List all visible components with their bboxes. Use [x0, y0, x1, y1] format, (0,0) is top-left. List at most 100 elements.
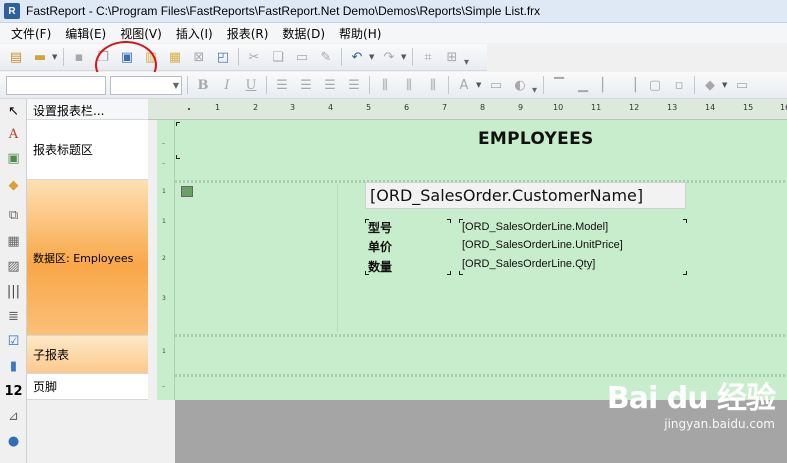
ruler-number: 13: [667, 103, 678, 112]
band-page-footer[interactable]: 页脚: [27, 374, 148, 400]
globe-icon[interactable]: ●: [3, 431, 24, 451]
ruler-number: 3: [290, 103, 296, 112]
ruler-number: 4: [328, 103, 334, 112]
toolbar-separator: [369, 76, 370, 94]
cut-icon[interactable]: ✂: [243, 46, 265, 68]
highlight-icon[interactable]: ▭: [485, 74, 507, 96]
save-icon[interactable]: ▪: [68, 46, 90, 68]
align-left-icon[interactable]: ☰: [271, 74, 293, 96]
menu-file[interactable]: 文件(F): [4, 25, 58, 42]
redo-dropdown-icon[interactable]: ▼: [401, 53, 409, 61]
menu-report[interactable]: 报表(R): [220, 25, 276, 42]
group-icon[interactable]: ⌗: [417, 46, 439, 68]
open-dropdown-icon[interactable]: ▼: [52, 53, 60, 61]
band-gutter: [148, 120, 157, 400]
selection-corner: [176, 122, 180, 126]
picture-placeholder-icon[interactable]: [181, 186, 193, 197]
frame-left-icon[interactable]: ▏: [596, 74, 618, 96]
toolbar-separator: [412, 48, 413, 66]
paste-icon[interactable]: ▭: [291, 46, 313, 68]
menu-bar: 文件(F) 编辑(E) 视图(V) 插入(I) 报表(R) 数据(D) 帮助(H…: [0, 23, 787, 43]
page-setup-icon[interactable]: ◰: [212, 46, 234, 68]
quantity-field[interactable]: [ORD_SalesOrderLine.Qty]: [462, 258, 595, 270]
model-label[interactable]: 型号: [368, 219, 392, 236]
configure-bands-link[interactable]: 设置报表栏...: [27, 99, 148, 120]
justify-icon[interactable]: ☰: [343, 74, 365, 96]
band-subreport[interactable]: 子报表: [27, 336, 148, 374]
report-title-text[interactable]: EMPLOYEES: [478, 129, 594, 149]
baidu-watermark: Bai du 经验 jingyan.baidu.com: [607, 373, 776, 431]
underline-button[interactable]: U: [240, 74, 262, 96]
menu-view[interactable]: 视图(V): [113, 25, 169, 42]
font-size-combo[interactable]: ▼: [110, 75, 182, 95]
align-middle-icon[interactable]: ⫼: [398, 74, 420, 96]
matrix-object-icon[interactable]: ▨: [3, 256, 24, 276]
frame-bottom-icon[interactable]: ▁: [572, 74, 594, 96]
customer-name-field[interactable]: [ORD_SalesOrder.CustomerName]: [365, 182, 686, 209]
shape-object-icon[interactable]: ◆: [3, 175, 24, 195]
align-right-icon[interactable]: ☰: [319, 74, 341, 96]
align-center-icon[interactable]: ☰: [295, 74, 317, 96]
text-object-icon[interactable]: A: [3, 124, 24, 144]
frame-all-icon[interactable]: ▢: [644, 74, 666, 96]
format-painter-icon[interactable]: ✎: [315, 46, 337, 68]
menu-edit[interactable]: 编辑(E): [58, 25, 113, 42]
toolbar-overflow-icon[interactable]: ▾: [532, 74, 540, 96]
menu-insert[interactable]: 插入(I): [169, 25, 220, 42]
ruler-number: 5: [366, 103, 372, 112]
frame-none-icon[interactable]: ▫: [668, 74, 690, 96]
map-object-icon[interactable]: ⊿: [3, 406, 24, 426]
subreport-icon[interactable]: ⧉: [3, 205, 24, 225]
text-color-dropdown-icon[interactable]: ▼: [476, 81, 484, 89]
ruler-number: 2: [253, 103, 259, 112]
delete-page-icon[interactable]: ⊠: [188, 46, 210, 68]
redo-icon[interactable]: ↷: [378, 46, 400, 68]
menu-data[interactable]: 数据(D): [275, 25, 332, 42]
quantity-label[interactable]: 数量: [368, 258, 392, 275]
ungroup-icon[interactable]: ⊞: [441, 46, 463, 68]
toolbar-separator: [543, 76, 544, 94]
frame-right-icon[interactable]: ▕: [620, 74, 642, 96]
fill-color-icon[interactable]: ◆: [699, 74, 721, 96]
menu-help[interactable]: 帮助(H): [332, 25, 388, 42]
font-name-combo[interactable]: [6, 75, 106, 95]
ruler-tick: –: [162, 140, 165, 147]
pointer-icon[interactable]: ↖: [3, 101, 24, 121]
table-object-icon[interactable]: ▦: [3, 231, 24, 251]
bold-button[interactable]: B: [192, 74, 214, 96]
undo-dropdown-icon[interactable]: ▼: [369, 53, 377, 61]
italic-button[interactable]: I: [216, 74, 238, 96]
align-bottom-icon[interactable]: ⫼: [422, 74, 444, 96]
frame-top-icon[interactable]: ▔: [548, 74, 570, 96]
unit-price-field[interactable]: [ORD_SalesOrderLine.UnitPrice]: [462, 239, 623, 251]
toolbar-overflow-icon[interactable]: ▾: [464, 46, 472, 68]
unit-price-label[interactable]: 单价: [368, 238, 392, 255]
shadow-icon[interactable]: ▭: [731, 74, 753, 96]
rich-text-icon[interactable]: ≣: [3, 306, 24, 326]
undo-icon[interactable]: ↶: [346, 46, 368, 68]
model-field[interactable]: [ORD_SalesOrderLine.Model]: [462, 221, 608, 233]
chart-object-icon[interactable]: ▮: [3, 356, 24, 376]
number-object-icon[interactable]: 12: [3, 381, 24, 401]
toolbar-separator: [238, 48, 239, 66]
selection-corner: [447, 219, 451, 223]
new-icon[interactable]: ▤: [5, 46, 27, 68]
align-top-icon[interactable]: ⫼: [374, 74, 396, 96]
barcode-object-icon[interactable]: |||: [3, 281, 24, 301]
checkbox-object-icon[interactable]: ☑: [3, 331, 24, 351]
text-color-icon[interactable]: A: [453, 74, 475, 96]
picture-object-icon[interactable]: ▣: [3, 148, 24, 168]
band-data[interactable]: 数据区: Employees: [27, 180, 148, 336]
add-page-icon[interactable]: ▦: [164, 46, 186, 68]
fill-dropdown-icon[interactable]: ▼: [722, 81, 730, 89]
ruler-number: 9: [518, 103, 524, 112]
chevron-down-icon: ▼: [172, 80, 179, 90]
band-report-title[interactable]: 报表标题区: [27, 120, 148, 180]
open-icon[interactable]: ▬: [29, 46, 51, 68]
ruler-number: 3: [162, 295, 166, 302]
ruler-number: 8: [480, 103, 486, 112]
ruler-number: 1: [162, 218, 166, 225]
app-icon: R: [4, 3, 20, 19]
copy-icon[interactable]: ❏: [267, 46, 289, 68]
rotation-icon[interactable]: ◐: [509, 74, 531, 96]
